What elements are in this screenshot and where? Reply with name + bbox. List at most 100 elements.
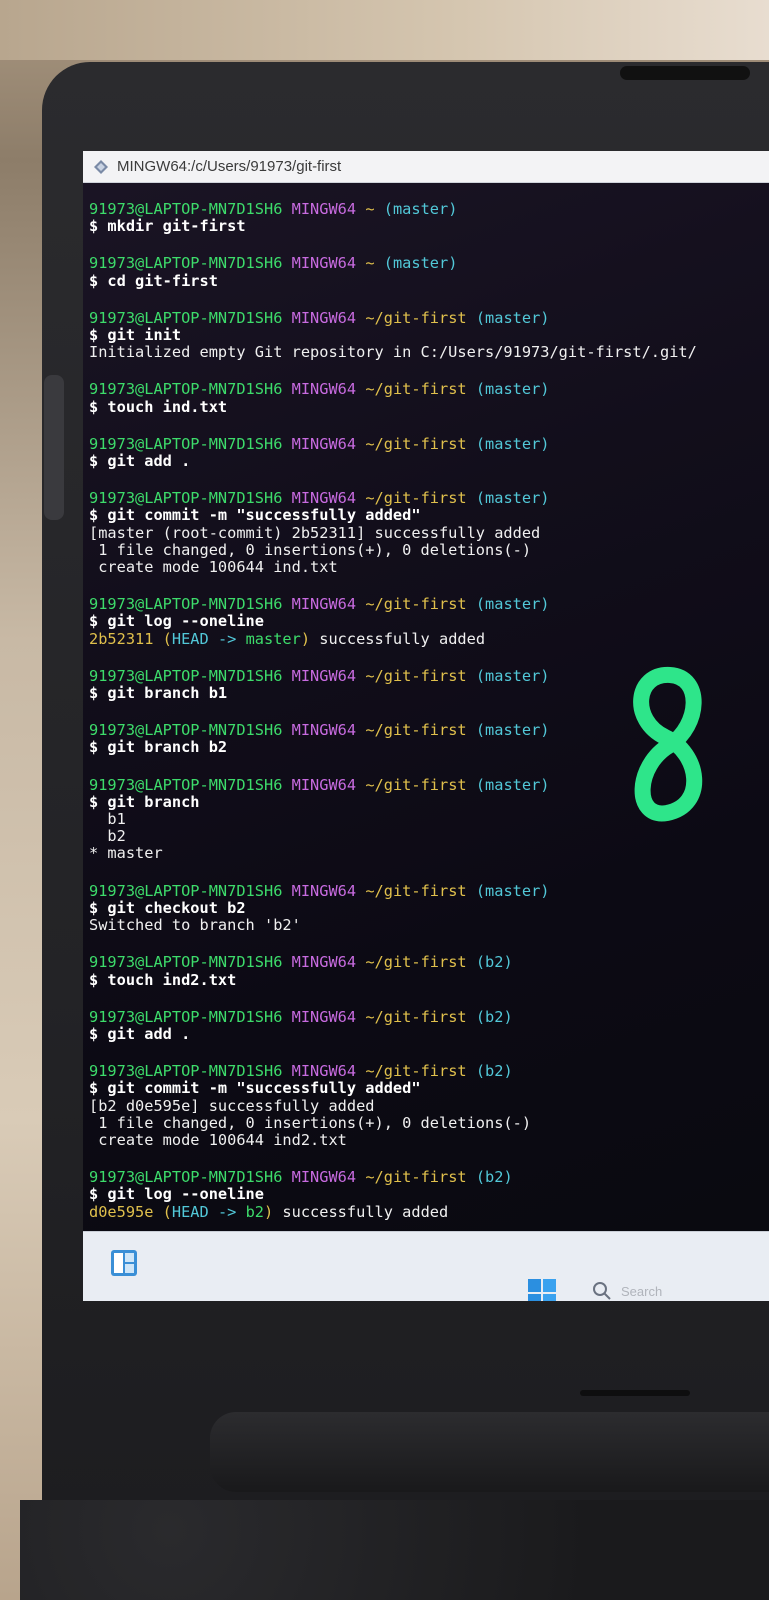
window-title: MINGW64:/c/Users/91973/git-first (117, 158, 342, 175)
prompt-line: 91973@LAPTOP-MN7D1SH6 MINGW64 ~/git-firs… (89, 881, 769, 900)
log-paren-close: ) (264, 1202, 274, 1221)
window-titlebar[interactable]: MINGW64:/c/Users/91973/git-first (83, 151, 769, 183)
output-line: 1 file changed, 0 insertions(+), 0 delet… (89, 540, 532, 559)
output-line: [master (root-commit) 2b52311] successfu… (89, 523, 541, 542)
prompt-env: MINGW64 (291, 434, 357, 453)
prompt-branch: (master) (383, 200, 458, 218)
laptop-hinge (210, 1412, 769, 1492)
prompt-env: MINGW64 (291, 254, 357, 273)
commit-message: successfully added (273, 1202, 449, 1221)
terminal-block: 91973@LAPTOP-MN7D1SH6 MINGW64 ~ (master)… (89, 200, 769, 235)
head-pointer: HEAD -> (171, 629, 237, 648)
prompt-path: ~/git-first (365, 721, 467, 740)
prompt-user: 91973@LAPTOP-MN7D1SH6 (89, 434, 283, 453)
prompt-branch: (master) (475, 434, 550, 453)
output-line: create mode 100644 ind.txt (89, 558, 338, 577)
mingw-app-icon (93, 159, 109, 175)
prompt-path: ~/git-first (365, 881, 467, 900)
prompt-branch: (b2) (475, 1007, 513, 1026)
prompt-user: 91973@LAPTOP-MN7D1SH6 (89, 200, 283, 218)
output-line: * master (89, 844, 163, 863)
prompt-line: 91973@LAPTOP-MN7D1SH6 MINGW64 ~/git-firs… (89, 434, 769, 453)
search-box-placeholder[interactable]: Search (621, 1284, 662, 1299)
prompt-path: ~ (365, 254, 375, 273)
commit-hash: 2b52311 (89, 629, 154, 648)
prompt-line: 91973@LAPTOP-MN7D1SH6 MINGW64 ~/git-firs… (89, 954, 769, 971)
taskbar: Search (83, 1231, 769, 1301)
prompt-user: 91973@LAPTOP-MN7D1SH6 (89, 489, 283, 508)
prompt-branch: (master) (475, 595, 550, 614)
terminal-block: 91973@LAPTOP-MN7D1SH6 MINGW64 ~/git-firs… (89, 1063, 769, 1149)
prompt-branch: (master) (475, 380, 550, 399)
prompt-user: 91973@LAPTOP-MN7D1SH6 (89, 1007, 283, 1026)
prompt-user: 91973@LAPTOP-MN7D1SH6 (89, 666, 283, 685)
log-paren-close: ) (300, 629, 311, 648)
prompt-path: ~/git-first (365, 595, 467, 614)
command-line: $ git log --oneline (89, 1185, 264, 1204)
head-pointer: HEAD -> (171, 1202, 237, 1221)
output-line: create mode 100644 ind2.txt (89, 1130, 347, 1149)
prompt-user: 91973@LAPTOP-MN7D1SH6 (89, 953, 283, 972)
handwritten-8-annotation (615, 665, 725, 825)
prompt-user: 91973@LAPTOP-MN7D1SH6 (89, 1062, 283, 1081)
command-line: $ cd git-first (89, 271, 218, 290)
prompt-branch: (master) (383, 254, 458, 273)
log-line: d0e595e (HEAD -> b2) successfully added (89, 1202, 769, 1221)
prompt-env: MINGW64 (291, 308, 357, 327)
prompt-env: MINGW64 (291, 380, 357, 399)
commit-message: successfully added (310, 629, 486, 648)
prompt-branch: (master) (475, 308, 550, 327)
prompt-path: ~/git-first (365, 380, 467, 399)
log-paren-open: ( (153, 629, 172, 648)
prompt-line: 91973@LAPTOP-MN7D1SH6 MINGW64 ~/git-firs… (89, 490, 769, 507)
prompt-env: MINGW64 (291, 881, 357, 900)
webcam-bar (620, 66, 750, 80)
prompt-env: MINGW64 (291, 1168, 357, 1187)
prompt-branch: (b2) (475, 1062, 513, 1081)
prompt-user: 91973@LAPTOP-MN7D1SH6 (89, 308, 283, 327)
branch-ref: master (236, 629, 301, 648)
prompt-path: ~/git-first (365, 1062, 467, 1081)
prompt-env: MINGW64 (291, 200, 357, 218)
prompt-branch: (b2) (475, 953, 513, 972)
command-line: $ git commit -m "successfully added" (89, 506, 421, 525)
search-icon[interactable] (591, 1280, 613, 1301)
prompt-env: MINGW64 (291, 953, 357, 972)
windows-start-icon[interactable] (527, 1278, 557, 1301)
terminal-block: 91973@LAPTOP-MN7D1SH6 MINGW64 ~/git-firs… (89, 954, 769, 989)
prompt-path: ~/git-first (365, 1168, 467, 1187)
command-line: $ git commit -m "successfully added" (89, 1079, 421, 1098)
terminal-block: 91973@LAPTOP-MN7D1SH6 MINGW64 ~ (master)… (89, 254, 769, 290)
prompt-branch: (master) (475, 666, 550, 685)
terminal-block: 91973@LAPTOP-MN7D1SH6 MINGW64 ~/git-firs… (89, 490, 769, 576)
prompt-path: ~/git-first (365, 489, 467, 508)
output-line: 1 file changed, 0 insertions(+), 0 delet… (89, 1113, 532, 1132)
prompt-line: 91973@LAPTOP-MN7D1SH6 MINGW64 ~/git-firs… (89, 1063, 769, 1080)
prompt-path: ~/git-first (365, 666, 467, 685)
prompt-user: 91973@LAPTOP-MN7D1SH6 (89, 254, 283, 273)
prompt-user: 91973@LAPTOP-MN7D1SH6 (89, 881, 283, 900)
prompt-env: MINGW64 (291, 489, 357, 508)
terminal-block: 91973@LAPTOP-MN7D1SH6 MINGW64 ~/git-firs… (89, 380, 769, 416)
prompt-env: MINGW64 (291, 721, 357, 740)
prompt-branch: (master) (475, 489, 550, 508)
command-line: $ git init (89, 326, 182, 345)
terminal-block: 91973@LAPTOP-MN7D1SH6 MINGW64 ~/git-firs… (89, 1169, 769, 1221)
widgets-icon[interactable] (109, 1248, 139, 1278)
prompt-user: 91973@LAPTOP-MN7D1SH6 (89, 721, 283, 740)
output-line: Initialized empty Git repository in C:/U… (89, 343, 697, 362)
command-line: $ git checkout b2 (89, 898, 246, 917)
prompt-branch: (b2) (475, 1168, 513, 1187)
terminal-block: 91973@LAPTOP-MN7D1SH6 MINGW64 ~/git-firs… (89, 881, 769, 935)
log-line: 2b52311 (HEAD -> master) successfully ad… (89, 629, 769, 648)
terminal-block: 91973@LAPTOP-MN7D1SH6 MINGW64 ~/git-firs… (89, 308, 769, 362)
output-line: b2 (89, 827, 126, 846)
prompt-branch: (master) (475, 721, 550, 740)
prompt-path: ~/git-first (365, 953, 467, 972)
command-line: $ touch ind2.txt (89, 970, 237, 989)
prompt-line: 91973@LAPTOP-MN7D1SH6 MINGW64 ~/git-firs… (89, 1169, 769, 1186)
prompt-line: 91973@LAPTOP-MN7D1SH6 MINGW64 ~ (master) (89, 200, 769, 218)
prompt-branch: (master) (475, 775, 550, 794)
log-paren-open: ( (153, 1202, 172, 1221)
prompt-user: 91973@LAPTOP-MN7D1SH6 (89, 380, 283, 399)
